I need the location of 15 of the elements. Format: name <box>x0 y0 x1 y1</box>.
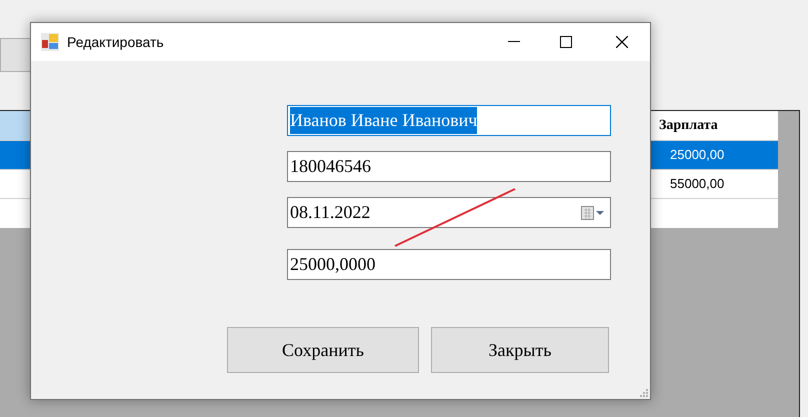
table-cell-text: 55000,00 <box>669 175 726 194</box>
date-picker[interactable]: 08.11.2022 <box>287 197 611 228</box>
resize-grip-icon[interactable] <box>640 389 648 397</box>
input-field[interactable]: 180046546 <box>287 151 611 182</box>
maximize-icon[interactable] <box>560 36 572 48</box>
table-cell-text: 25000,00 <box>669 146 726 164</box>
window-title: Редактировать <box>67 32 164 52</box>
calendar-icon[interactable] <box>581 206 605 220</box>
save-button[interactable]: Сохранить <box>227 327 419 373</box>
close-icon[interactable] <box>616 36 628 48</box>
app-icon <box>41 33 59 51</box>
minimize-icon[interactable] <box>508 41 520 43</box>
input-field[interactable]: Иванов Иване Иванович <box>287 105 611 136</box>
input-field[interactable]: 25000,0000 <box>287 249 611 280</box>
close-button[interactable]: Закрыть <box>431 327 609 373</box>
